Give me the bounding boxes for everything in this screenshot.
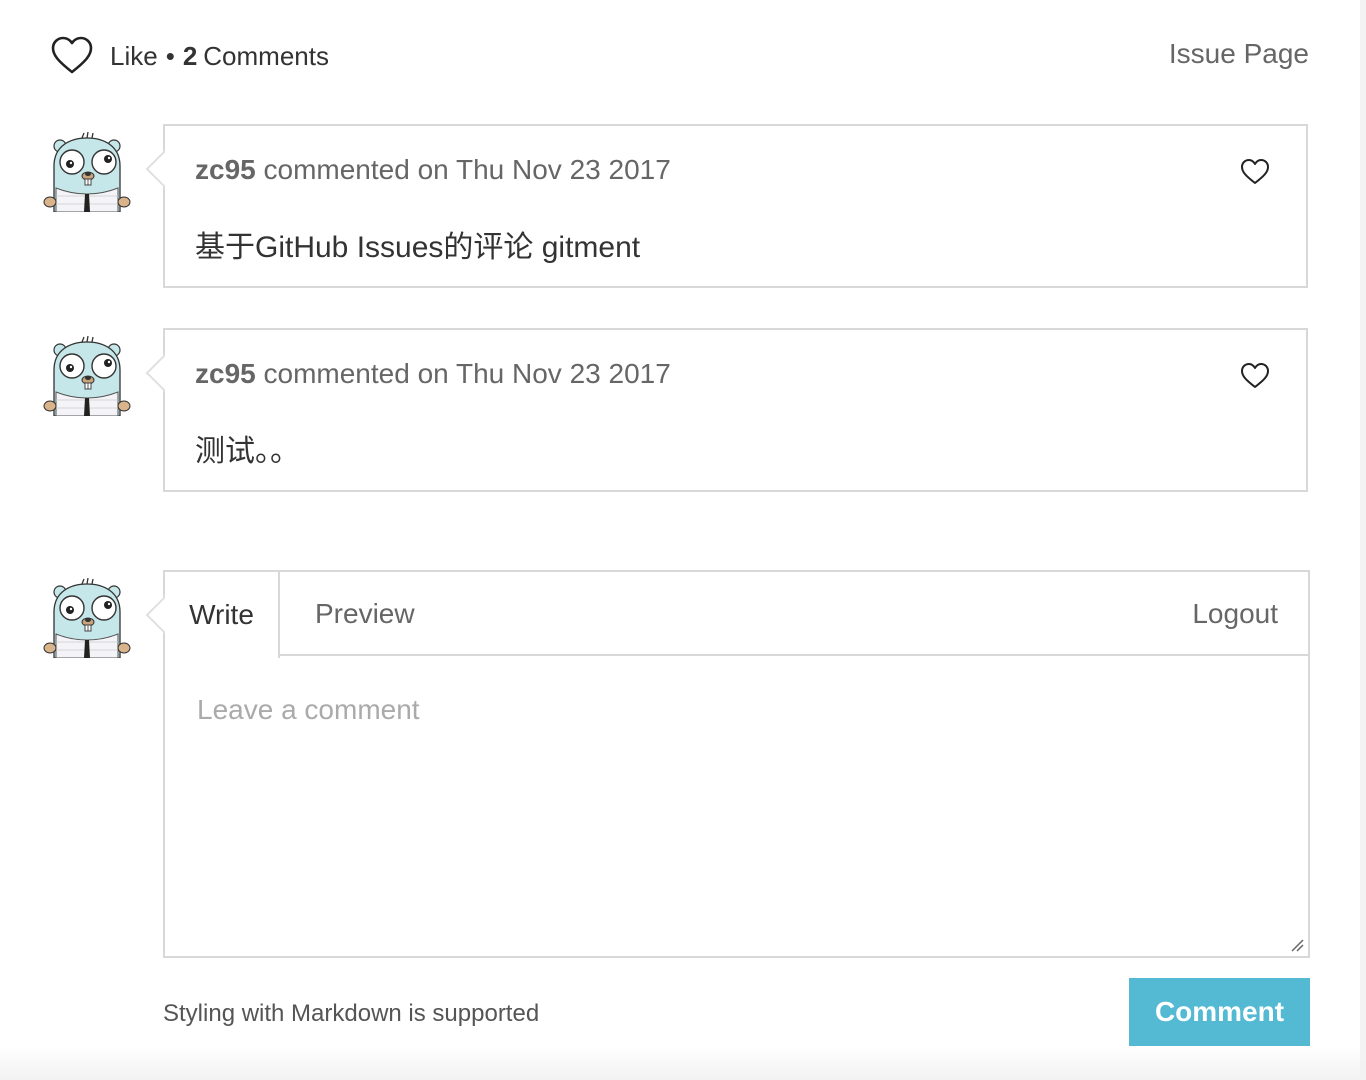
comment-author[interactable]: zc95	[195, 358, 256, 389]
comment-count: 2	[182, 40, 198, 71]
issue-page-link[interactable]: Issue Page	[1169, 38, 1309, 70]
comment-meta: zc95 commented on Thu Nov 23 2017	[195, 358, 671, 390]
resize-handle-icon[interactable]	[1290, 938, 1304, 952]
comment-textarea[interactable]	[165, 656, 1308, 956]
heart-icon[interactable]	[50, 34, 94, 78]
separator-dot: •	[165, 40, 175, 71]
logout-link[interactable]: Logout	[1192, 572, 1278, 656]
comment-author[interactable]: zc95	[195, 154, 256, 185]
bottom-shadow	[0, 1046, 1366, 1080]
comment-date: commented on Thu Nov 23 2017	[263, 358, 671, 389]
markdown-note: Styling with Markdown is supported	[163, 1000, 540, 1027]
comment-meta: zc95 commented on Thu Nov 23 2017	[195, 154, 671, 186]
editor-tabs: Write Preview Logout	[165, 572, 1308, 658]
tab-write[interactable]: Write	[165, 572, 280, 658]
comment-date: commented on Thu Nov 23 2017	[263, 154, 671, 185]
comment-editor: Write Preview Logout	[163, 570, 1310, 958]
like-button[interactable]: Like	[110, 41, 158, 72]
comments-label: Comments	[203, 40, 329, 71]
comment-body: 基于GitHub Issues的评论 gitment	[195, 231, 641, 264]
submit-comment-button[interactable]: Comment	[1129, 978, 1310, 1046]
comment-body: 测试。。	[195, 435, 300, 468]
avatar[interactable]	[42, 336, 132, 416]
comment-card: zc95 commented on Thu Nov 23 2017 基于GitH…	[163, 124, 1308, 288]
comments-header: Like • 2 Comments	[50, 34, 329, 78]
scrollbar-track[interactable]	[1360, 0, 1366, 1080]
avatar[interactable]	[42, 578, 132, 658]
avatar[interactable]	[42, 132, 132, 212]
gitment-comments-page: Like • 2 Comments Issue Page zc95 commen…	[0, 0, 1366, 1080]
comment-card: zc95 commented on Thu Nov 23 2017 测试。。	[163, 328, 1308, 492]
tab-preview[interactable]: Preview	[315, 572, 415, 656]
heart-icon[interactable]	[1240, 158, 1270, 186]
heart-icon[interactable]	[1240, 362, 1270, 390]
